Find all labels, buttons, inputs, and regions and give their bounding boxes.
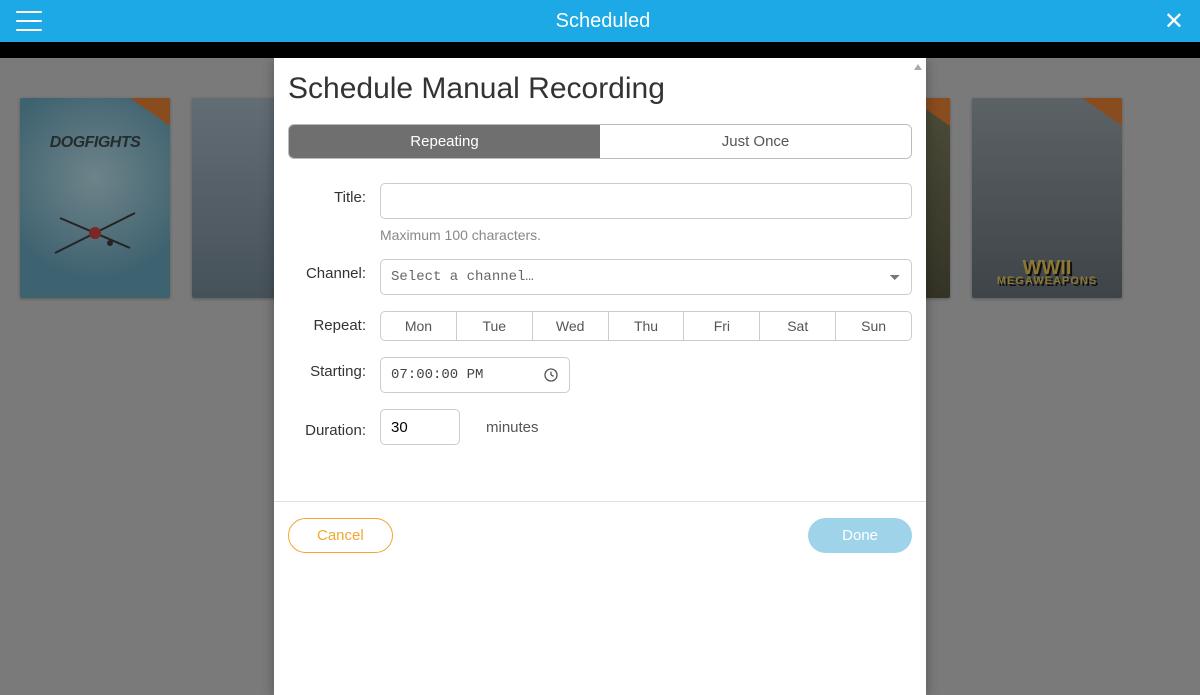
day-sat[interactable]: Sat [759,311,836,341]
day-mon[interactable]: Mon [380,311,457,341]
repeat-label: Repeat: [288,311,380,334]
day-sun[interactable]: Sun [835,311,912,341]
day-wed[interactable]: Wed [532,311,609,341]
modal-title: Schedule Manual Recording [288,72,912,106]
clock-icon [543,367,559,383]
tab-repeating[interactable]: Repeating [289,125,600,158]
channel-select[interactable]: Select a channel… [380,259,912,295]
menu-icon[interactable] [16,11,42,31]
title-label: Title: [288,183,380,206]
cancel-button[interactable]: Cancel [288,518,393,553]
channel-label: Channel: [288,259,380,282]
close-icon[interactable]: ✕ [1164,7,1184,36]
content-area: DOGFIGHTS 3D WWII MEGAWEAPONS Schedule M… [0,58,1200,695]
modal-footer: Cancel Done [274,501,926,569]
channel-strip [0,42,1200,58]
duration-input[interactable] [380,409,460,445]
starting-time-input[interactable]: 07:00:00 PM [380,357,570,393]
done-button[interactable]: Done [808,518,912,553]
schedule-modal: Schedule Manual Recording Repeating Just… [274,58,926,695]
page-title: Scheduled [556,10,651,33]
scroll-up-icon[interactable] [914,64,922,70]
title-help: Maximum 100 characters. [380,227,912,243]
duration-unit: minutes [486,419,539,436]
starting-label: Starting: [288,357,380,380]
top-bar: Scheduled ✕ [0,0,1200,42]
day-fri[interactable]: Fri [683,311,760,341]
tab-just-once[interactable]: Just Once [600,125,911,158]
day-thu[interactable]: Thu [608,311,685,341]
title-input[interactable] [380,183,912,219]
duration-label: Duration: [288,416,380,439]
starting-time-value: 07:00:00 PM [391,367,483,383]
day-tue[interactable]: Tue [456,311,533,341]
recurrence-tabs: Repeating Just Once [288,124,912,159]
day-selector: Mon Tue Wed Thu Fri Sat Sun [380,311,912,341]
